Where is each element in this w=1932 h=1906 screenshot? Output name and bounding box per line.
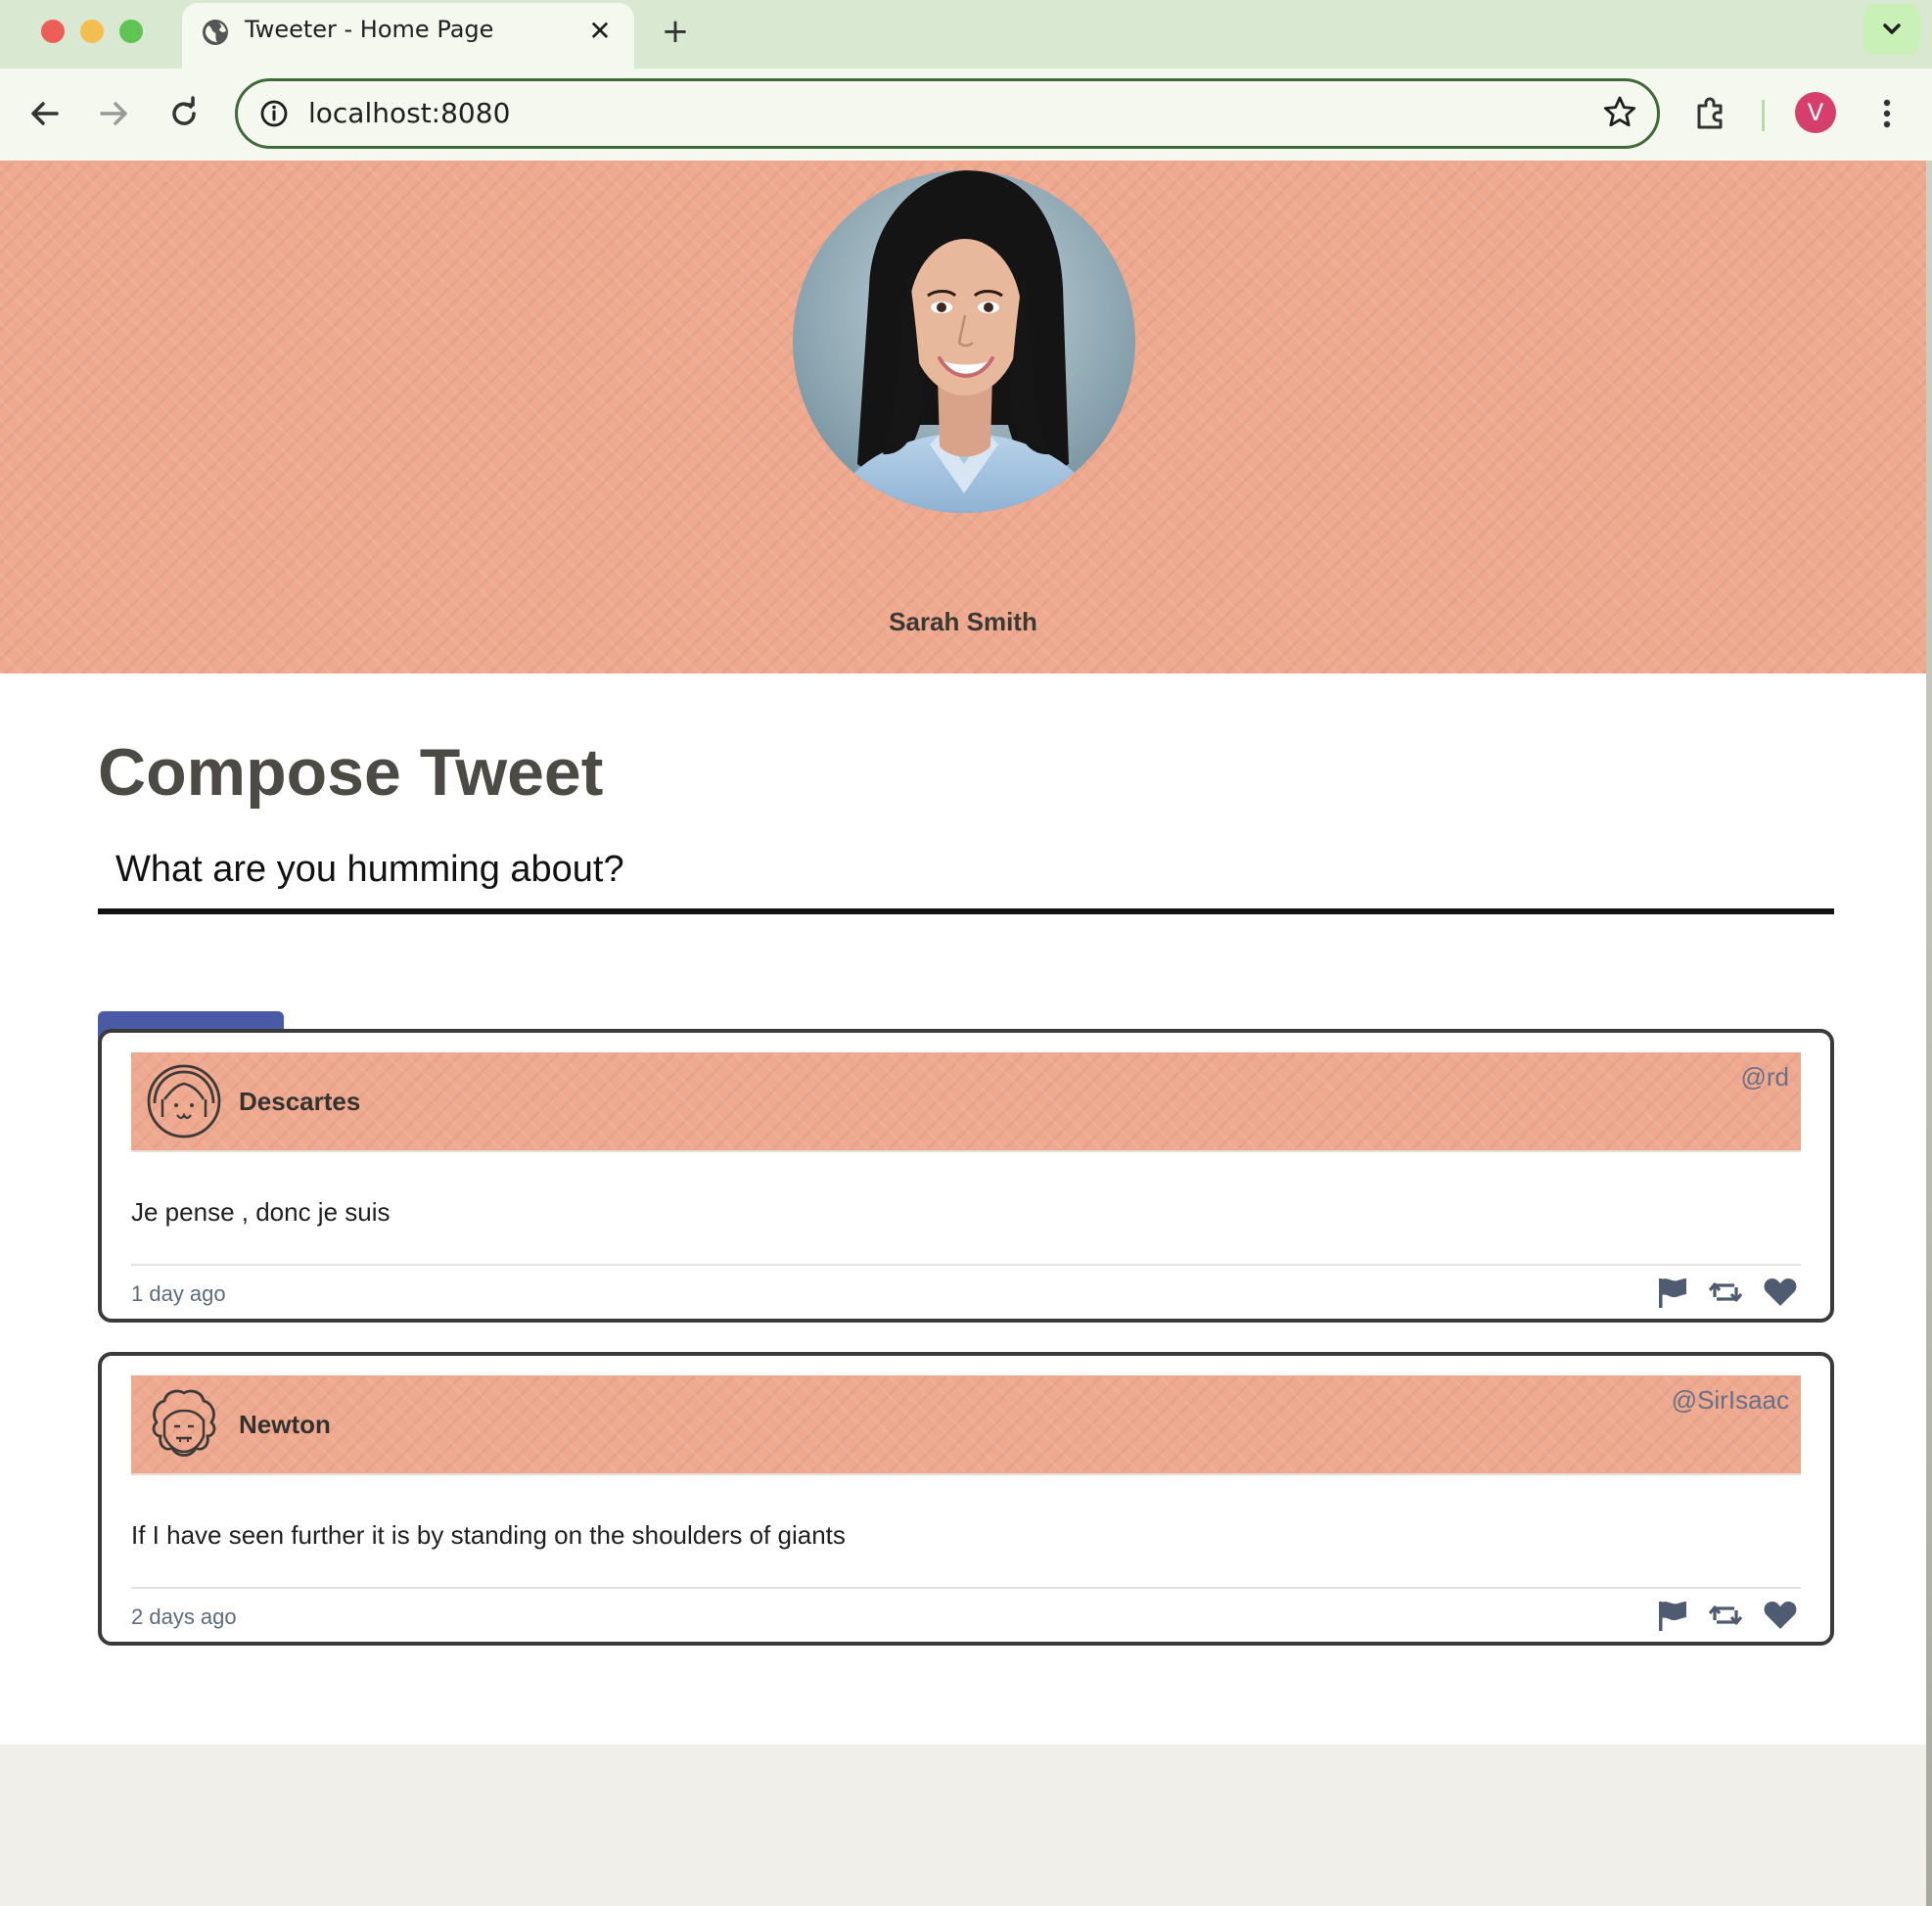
maximize-window-button[interactable]: [119, 20, 143, 43]
info-icon[interactable]: [255, 95, 293, 132]
tweet-text: Je pense , donc je suis: [131, 1197, 391, 1227]
avatar-icon: [152, 1389, 216, 1457]
toolbar-separator: [1762, 100, 1765, 131]
profile-header: Sarah Smith: [0, 161, 1926, 674]
tweet-author-handle: @rd: [1740, 1062, 1789, 1092]
avatar-icon: [147, 1064, 221, 1139]
tweet-timestamp: 1 day ago: [131, 1281, 226, 1306]
window-edge: [1926, 161, 1932, 1906]
tweet-author-handle: @SirIsaac: [1671, 1385, 1789, 1415]
profile-photo: [793, 170, 1135, 513]
page-viewport: Sarah Smith Compose Tweet Tweet 140: [0, 161, 1926, 1906]
tab-search-button[interactable]: [1863, 4, 1920, 55]
tweet-card: Newton @SirIsaac If I have seen further …: [98, 1352, 1834, 1646]
tab-active[interactable]: Tweeter - Home Page ✕: [182, 3, 634, 69]
tab-title: Tweeter - Home Page: [245, 16, 494, 43]
arrow-right-icon[interactable]: [90, 90, 137, 137]
flag-icon[interactable]: [1654, 1274, 1691, 1311]
address-bar[interactable]: localhost:8080: [235, 78, 1660, 149]
heart-icon[interactable]: [1762, 1274, 1799, 1311]
chevron-down-icon: [1883, 23, 1901, 34]
browser-window: Tweeter - Home Page ✕ + localhost:8080 V…: [0, 0, 1932, 1906]
tweet-text: If I have seen further it is by standing…: [131, 1520, 846, 1550]
heart-icon[interactable]: [1762, 1597, 1799, 1634]
profile-portrait-image: [793, 170, 1135, 513]
browser-toolbar: localhost:8080 V: [0, 69, 1932, 161]
tab-strip: Tweeter - Home Page ✕ +: [0, 0, 1932, 69]
main-content: Compose Tweet Tweet 140: [0, 674, 1926, 1744]
tweet-input[interactable]: [98, 820, 1834, 914]
star-icon[interactable]: [1600, 93, 1639, 132]
tweet-divider: [131, 1264, 1801, 1266]
url-text: localhost:8080: [308, 97, 511, 129]
close-window-button[interactable]: [41, 20, 65, 43]
flag-icon[interactable]: [1654, 1597, 1691, 1634]
page-title: Compose Tweet: [98, 735, 604, 810]
kebab-menu-icon[interactable]: [1863, 90, 1910, 137]
minimize-window-button[interactable]: [80, 20, 104, 43]
profile-avatar-button[interactable]: V: [1795, 92, 1836, 133]
tweet-divider: [131, 1587, 1801, 1589]
profile-name: Sarah Smith: [889, 607, 1037, 636]
arrow-left-icon[interactable]: [22, 90, 69, 137]
tweet-author-name: Descartes: [239, 1087, 361, 1116]
retweet-icon[interactable]: [1707, 1274, 1744, 1311]
tweet-timestamp: 2 days ago: [131, 1604, 237, 1629]
tweet-actions: [1654, 1274, 1801, 1313]
new-tab-button[interactable]: +: [656, 14, 695, 53]
tweet-header: Newton @SirIsaac: [131, 1375, 1801, 1475]
tweet-header: Descartes @rd: [131, 1052, 1801, 1152]
tweet-author-name: Newton: [239, 1410, 331, 1439]
tweet-card: Descartes @rd Je pense , donc je suis 1 …: [98, 1029, 1834, 1323]
globe-icon: [203, 20, 228, 45]
reload-icon[interactable]: [161, 90, 207, 137]
puzzle-icon[interactable]: [1687, 90, 1734, 137]
tab-close-icon[interactable]: ✕: [585, 17, 615, 46]
tweet-actions: [1654, 1597, 1801, 1636]
retweet-icon[interactable]: [1707, 1597, 1744, 1634]
